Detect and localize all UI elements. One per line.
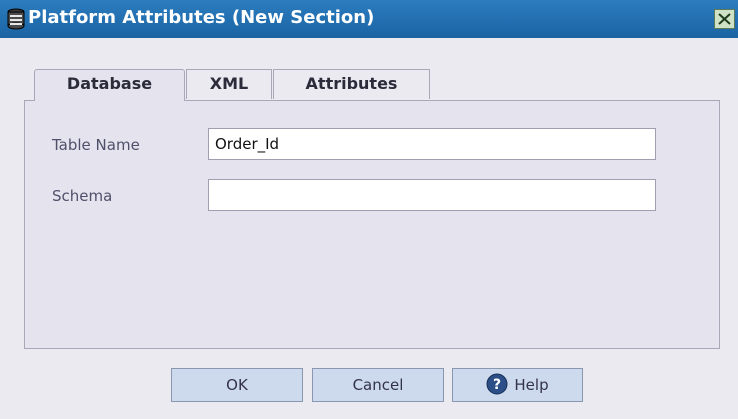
database-icon [6,8,26,30]
dialog-title: Platform Attributes (New Section) [28,7,375,28]
ok-button[interactable]: OK [171,368,303,402]
title-bar[interactable]: Platform Attributes (New Section) [0,0,738,38]
close-icon [718,13,731,25]
tab-database-label: Database [66,74,153,93]
cancel-button-label: Cancel [352,376,404,394]
cancel-button[interactable]: Cancel [312,368,444,402]
table-name-label: Table Name [52,136,140,154]
table-name-input[interactable] [208,128,656,160]
platform-attributes-dialog: Platform Attributes (New Section) Databa… [0,0,738,419]
tab-xml[interactable]: XML [186,69,272,99]
tab-database[interactable]: Database [34,69,185,101]
tab-xml-label: XML [209,74,249,93]
close-button[interactable] [714,9,735,29]
help-button-label: Help [514,376,549,394]
svg-text:?: ? [493,377,501,393]
help-button[interactable]: ? Help [452,368,583,402]
schema-input[interactable] [208,179,656,211]
help-circle-icon: ? [486,373,508,395]
schema-label: Schema [52,187,113,205]
tab-attributes[interactable]: Attributes [273,69,430,99]
tab-attributes-label: Attributes [305,74,398,93]
ok-button-label: OK [226,376,248,394]
